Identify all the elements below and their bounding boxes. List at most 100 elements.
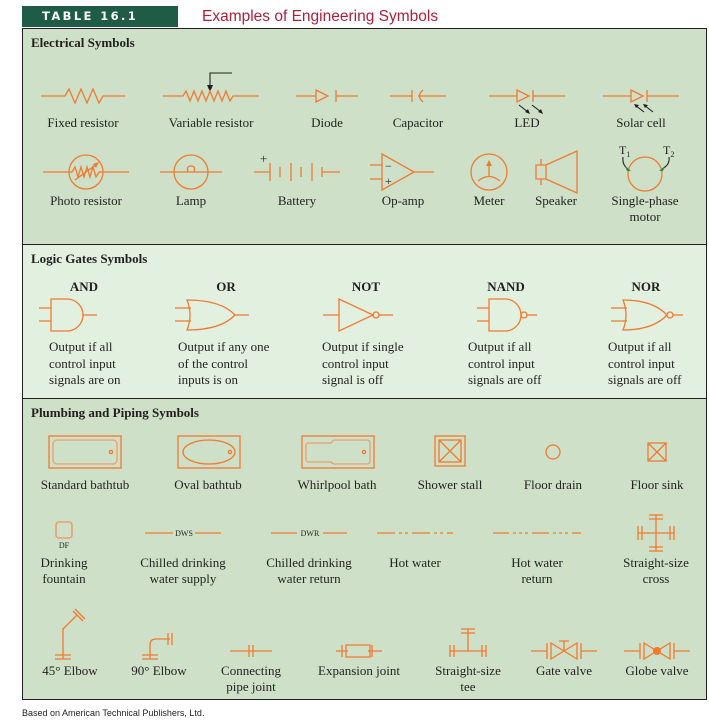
symbol-label-line1: Hot water: [389, 555, 441, 570]
gate-name: NOR: [631, 279, 661, 294]
plus-sign: +: [385, 174, 392, 188]
source-credit: Based on American Technical Publishers, …: [22, 708, 205, 718]
positive-sign: +: [260, 151, 267, 166]
symbol-label: Op-amp: [381, 193, 425, 208]
symbol-label-line2: return: [521, 571, 553, 586]
symbol-label-line2: motor: [629, 209, 661, 224]
symbol-label-line1: Straight-size: [435, 663, 501, 678]
symbol-globe-valve: Globe valve: [617, 611, 697, 679]
symbol-label-line1: Chilled drinking: [266, 555, 352, 570]
symbol-label: Lamp: [175, 193, 207, 208]
diode-icon: [296, 88, 358, 104]
symbol-label-line1: Hot water: [511, 555, 563, 570]
symbol-lamp: Lamp: [153, 147, 229, 209]
symbol-op-amp: − + Op-amp: [363, 147, 443, 209]
symbol-drinking-fountain: DF Drinking fountain: [29, 517, 99, 587]
lamp-icon: [160, 154, 222, 190]
symbol-label: Speaker: [535, 193, 577, 208]
symbol-photo-resistor: Photo resistor: [37, 147, 135, 209]
symbol-label: LED: [514, 115, 540, 130]
symbol-floor-drain: Floor drain: [515, 433, 591, 493]
standard-bathtub-icon: [48, 435, 122, 469]
speaker-icon: [535, 149, 578, 195]
symbol-speaker: Speaker: [523, 147, 589, 209]
floor-drain-icon: [545, 444, 561, 460]
symbol-label-line2: pipe joint: [226, 679, 276, 694]
straight-size-tee-icon: [449, 628, 487, 657]
symbol-label: Standard bathtub: [40, 477, 130, 492]
hot-water-return-icon: [493, 532, 581, 534]
gate-name: OR: [216, 279, 236, 294]
symbol-whirlpool-bath: Whirlpool bath: [285, 433, 389, 493]
logic-gates-section: Logic Gates Symbols AND Output if all co…: [23, 245, 706, 399]
elbow-90-icon: [142, 633, 173, 660]
chilled-water-supply-icon: DWS: [145, 529, 221, 538]
elbow-45-icon: [55, 608, 86, 660]
symbol-straight-size-tee: Straight-size tee: [423, 611, 513, 695]
df-tag: DF: [59, 541, 70, 550]
section-title: Plumbing and Piping Symbols: [31, 405, 199, 420]
floor-sink-icon: [647, 442, 667, 462]
symbol-label-line1: 45° Elbow: [42, 663, 98, 678]
or-gate-icon: [175, 299, 249, 331]
gate-description: Output if all control input signals are …: [608, 339, 682, 387]
dwr-tag: DWR: [301, 529, 320, 538]
symbol-straight-size-cross: Straight-size cross: [613, 511, 699, 587]
symbol-label: Meter: [473, 193, 505, 208]
symbol-elbow-90: 90° Elbow: [119, 611, 199, 679]
gate-description: Output if any one of the control inputs …: [178, 339, 270, 387]
battery-icon: +: [254, 151, 340, 181]
symbol-label-line2: fountain: [42, 571, 86, 586]
chilled-water-return-icon: DWR: [271, 529, 347, 538]
fixed-resistor-icon: [41, 87, 125, 105]
symbol-label-line2: water supply: [149, 571, 217, 586]
electrical-section: Electrical Symbols Fixed resistor Variab…: [23, 29, 706, 245]
symbol-label-line1: Connecting: [221, 663, 281, 678]
symbol-variable-resistor: Variable resistor: [159, 65, 263, 131]
nor-gate-icon: [611, 299, 683, 331]
expansion-joint-icon: [336, 644, 382, 658]
not-gate-icon: [323, 297, 393, 333]
symbol-label-line1: Drinking: [40, 555, 88, 570]
symbol-meter: Meter: [457, 147, 521, 209]
symbol-label: Diode: [311, 115, 343, 130]
gate-description: Output if single control input signal is…: [322, 339, 404, 387]
globe-valve-icon: [624, 641, 690, 661]
symbol-oval-bathtub: Oval bathtub: [163, 433, 253, 493]
symbol-capacitor: Capacitor: [378, 65, 458, 131]
symbol-gate-valve: Gate valve: [523, 611, 605, 679]
section-title: Electrical Symbols: [31, 35, 135, 50]
symbol-label-line1: Globe valve: [625, 663, 689, 678]
oval-bathtub-icon: [177, 435, 241, 469]
photo-resistor-icon: [43, 154, 129, 190]
gate-description: Output if all control input signals are …: [49, 339, 121, 387]
solar-cell-icon: [603, 88, 679, 113]
symbol-elbow-45: 45° Elbow: [33, 608, 107, 679]
symbol-label: Photo resistor: [50, 193, 122, 208]
capacitor-icon: [390, 89, 446, 103]
whirlpool-bath-icon: [301, 435, 375, 469]
symbol-hot-water-return: Hot water return: [489, 517, 585, 587]
symbol-standard-bathtub: Standard bathtub: [33, 433, 137, 493]
symbol-chilled-water-return: DWR Chilled drinking water return: [245, 517, 373, 587]
symbol-label: Floor drain: [523, 477, 583, 492]
svg-text:T1: T1: [619, 143, 630, 159]
table-number-label: TABLE 16.1: [22, 6, 178, 27]
single-phase-motor-icon: T1 T2: [619, 143, 674, 192]
op-amp-icon: − +: [370, 152, 434, 192]
hot-water-icon: [377, 532, 453, 534]
symbol-label-line1: 90° Elbow: [131, 663, 187, 678]
symbol-chilled-water-supply: DWS Chilled drinking water supply: [119, 517, 247, 587]
symbols-table: Electrical Symbols Fixed resistor Variab…: [22, 28, 707, 700]
minus-sign: −: [385, 159, 392, 173]
symbol-label: Fixed resistor: [47, 115, 119, 130]
gate-name: AND: [69, 279, 99, 294]
connecting-pipe-joint-icon: [230, 645, 272, 657]
symbol-battery: + Battery: [251, 147, 343, 209]
symbol-floor-sink: Floor sink: [621, 433, 693, 493]
variable-resistor-icon: [163, 72, 259, 103]
symbol-label-line2: cross: [642, 571, 670, 586]
symbol-solar-cell: Solar cell: [595, 65, 687, 131]
symbol-label: Oval bathtub: [174, 477, 242, 492]
gate-name: NOT: [351, 279, 381, 294]
